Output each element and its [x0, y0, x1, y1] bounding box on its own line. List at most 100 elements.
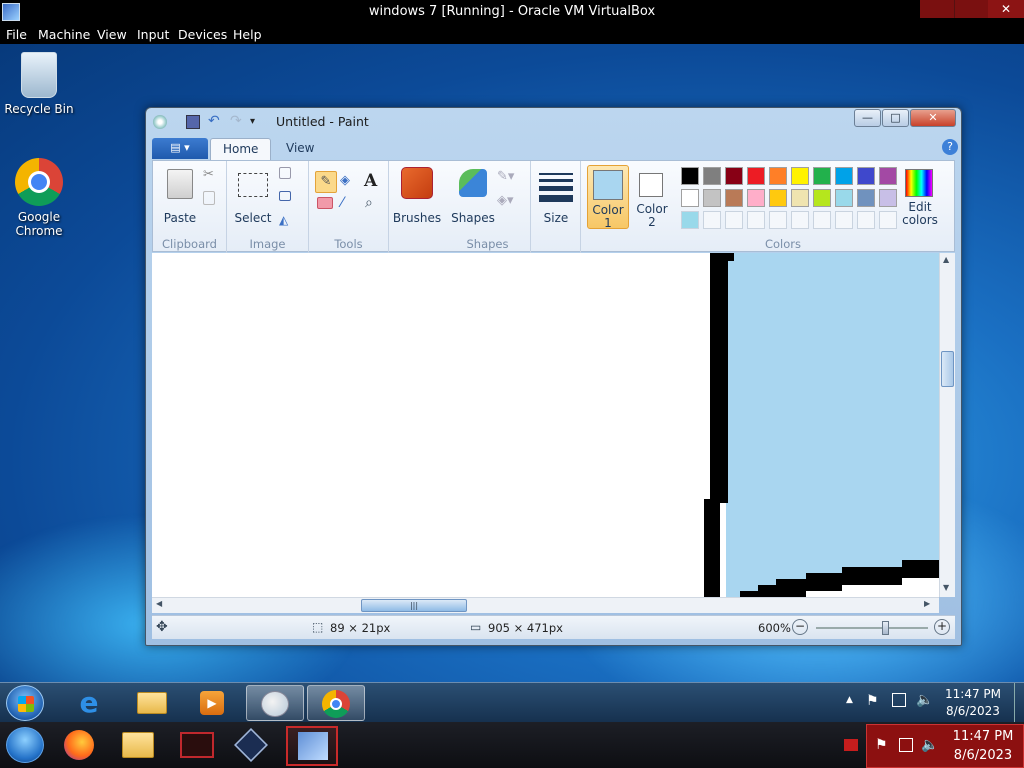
palette-swatch-custom[interactable] [879, 211, 897, 229]
palette-swatch[interactable] [857, 189, 875, 207]
taskbar-chrome[interactable] [307, 685, 365, 721]
magnifier-icon[interactable]: ⌕ [365, 195, 383, 213]
menu-file[interactable]: File [6, 27, 27, 42]
host-virtualbox-vm-icon[interactable] [286, 726, 338, 766]
horizontal-scroll-thumb[interactable]: ||| [361, 599, 467, 612]
palette-swatch[interactable] [813, 189, 831, 207]
palette-swatch-custom[interactable] [835, 211, 853, 229]
canvas-drawing[interactable] [152, 253, 939, 597]
rotate-icon[interactable]: ◭ [279, 213, 297, 231]
save-icon[interactable] [186, 115, 200, 129]
taskbar-media-player[interactable]: ▶ [184, 685, 242, 721]
paste-button[interactable]: Paste [161, 167, 199, 229]
palette-swatch[interactable] [747, 167, 765, 185]
customize-quick-access-icon[interactable]: ▾ [250, 115, 264, 129]
resize-icon[interactable] [279, 191, 291, 201]
palette-swatch[interactable] [725, 167, 743, 185]
crop-icon[interactable] [279, 167, 291, 179]
palette-swatch[interactable] [747, 189, 765, 207]
horizontal-scrollbar[interactable]: ◀ ||| ▶ [152, 597, 939, 613]
zoom-slider[interactable] [816, 621, 928, 635]
paint-minimize-button[interactable]: — [854, 109, 881, 127]
host-file-explorer-icon[interactable] [122, 732, 154, 758]
shapes-button[interactable]: Shapes [451, 167, 495, 229]
canvas-viewport[interactable] [152, 253, 939, 597]
desktop-icon-recycle-bin[interactable]: Recycle Bin [0, 52, 78, 116]
palette-swatch[interactable] [769, 189, 787, 207]
zoom-slider-thumb[interactable] [882, 621, 889, 635]
guest-clock[interactable]: 11:47 PM 8/6/2023 [938, 686, 1008, 720]
palette-swatch-custom[interactable] [703, 211, 721, 229]
host-clock[interactable]: 11:47 PM 8/6/2023 [945, 727, 1021, 765]
network-icon[interactable] [892, 693, 906, 707]
menu-view[interactable]: View [97, 27, 127, 42]
palette-swatch[interactable] [813, 167, 831, 185]
palette-swatch-custom[interactable] [725, 211, 743, 229]
palette-swatch[interactable] [725, 189, 743, 207]
vbox-minimize-button[interactable] [920, 0, 954, 18]
taskbar-internet-explorer[interactable]: e [60, 685, 118, 721]
palette-swatch[interactable] [879, 167, 897, 185]
select-button[interactable]: Select [233, 167, 273, 229]
scroll-right-arrow[interactable]: ▶ [924, 599, 930, 608]
palette-swatch[interactable] [857, 167, 875, 185]
host-volume-icon[interactable]: 🔈 [921, 737, 938, 753]
host-start-button[interactable] [6, 727, 44, 763]
palette-swatch-custom[interactable] [791, 211, 809, 229]
paint-menu-button[interactable]: ▤ ▾ [152, 138, 208, 159]
host-app-icon[interactable] [180, 732, 214, 758]
palette-swatch[interactable] [681, 189, 699, 207]
palette-swatch-custom[interactable] [857, 211, 875, 229]
palette-swatch[interactable] [769, 167, 787, 185]
zoom-out-button[interactable]: − [792, 619, 808, 635]
undo-icon[interactable]: ↶ [208, 114, 222, 129]
brushes-group[interactable]: Brushes [389, 161, 445, 253]
menu-input[interactable]: Input [137, 27, 169, 42]
color-picker-icon[interactable]: ⁄ [341, 195, 359, 213]
scroll-left-arrow[interactable]: ◀ [156, 599, 162, 608]
palette-swatch-custom[interactable] [769, 211, 787, 229]
palette-swatch-custom[interactable] [813, 211, 831, 229]
vbox-close-button[interactable]: ✕ [988, 0, 1024, 18]
desktop-icon-google-chrome[interactable]: Google Chrome [0, 158, 78, 238]
palette-swatch[interactable] [791, 167, 809, 185]
palette-swatch[interactable] [791, 189, 809, 207]
color1-button[interactable]: Color 1 [587, 165, 629, 230]
color2-button[interactable]: Color 2 [631, 165, 673, 229]
eraser-icon[interactable] [317, 197, 333, 209]
action-center-flag-icon[interactable]: ⚑ [866, 693, 879, 709]
host-firefox-icon[interactable] [64, 730, 94, 760]
palette-swatch[interactable] [703, 167, 721, 185]
scroll-up-arrow[interactable]: ▲ [943, 255, 949, 264]
start-button[interactable] [6, 685, 44, 721]
palette-swatch[interactable] [835, 189, 853, 207]
taskbar-paint[interactable] [246, 685, 304, 721]
palette-swatch[interactable] [879, 189, 897, 207]
palette-swatch-custom[interactable] [747, 211, 765, 229]
host-virtualbox-manager-icon[interactable] [234, 728, 268, 762]
zoom-in-button[interactable]: + [934, 619, 950, 635]
palette-swatch[interactable] [681, 167, 699, 185]
vertical-scrollbar[interactable]: ▲ ▼ [939, 253, 955, 597]
vertical-scroll-thumb[interactable] [941, 351, 954, 387]
menu-devices[interactable]: Devices [178, 27, 227, 42]
menu-help[interactable]: Help [233, 27, 262, 42]
pencil-icon[interactable]: ✎ [315, 171, 337, 193]
tab-home[interactable]: Home [210, 138, 272, 160]
taskbar-file-explorer[interactable] [122, 685, 180, 721]
text-icon[interactable]: A [364, 171, 382, 191]
host-network-icon[interactable] [899, 738, 913, 752]
palette-swatch[interactable] [703, 189, 721, 207]
show-desktop-button[interactable] [1014, 683, 1024, 723]
tab-view[interactable]: View [274, 138, 326, 160]
scroll-down-arrow[interactable]: ▼ [943, 583, 949, 592]
palette-swatch[interactable] [835, 167, 853, 185]
help-icon[interactable]: ? [942, 139, 958, 155]
palette-swatch-custom[interactable] [681, 211, 699, 229]
host-action-center-icon[interactable]: ⚑ [875, 737, 888, 753]
fill-icon[interactable]: ◈ [340, 173, 358, 191]
menu-machine[interactable]: Machine [38, 27, 90, 42]
host-tray-red-icon[interactable] [844, 739, 858, 751]
show-hidden-icons[interactable]: ▲ [846, 695, 853, 705]
size-group[interactable]: Size [531, 161, 581, 253]
